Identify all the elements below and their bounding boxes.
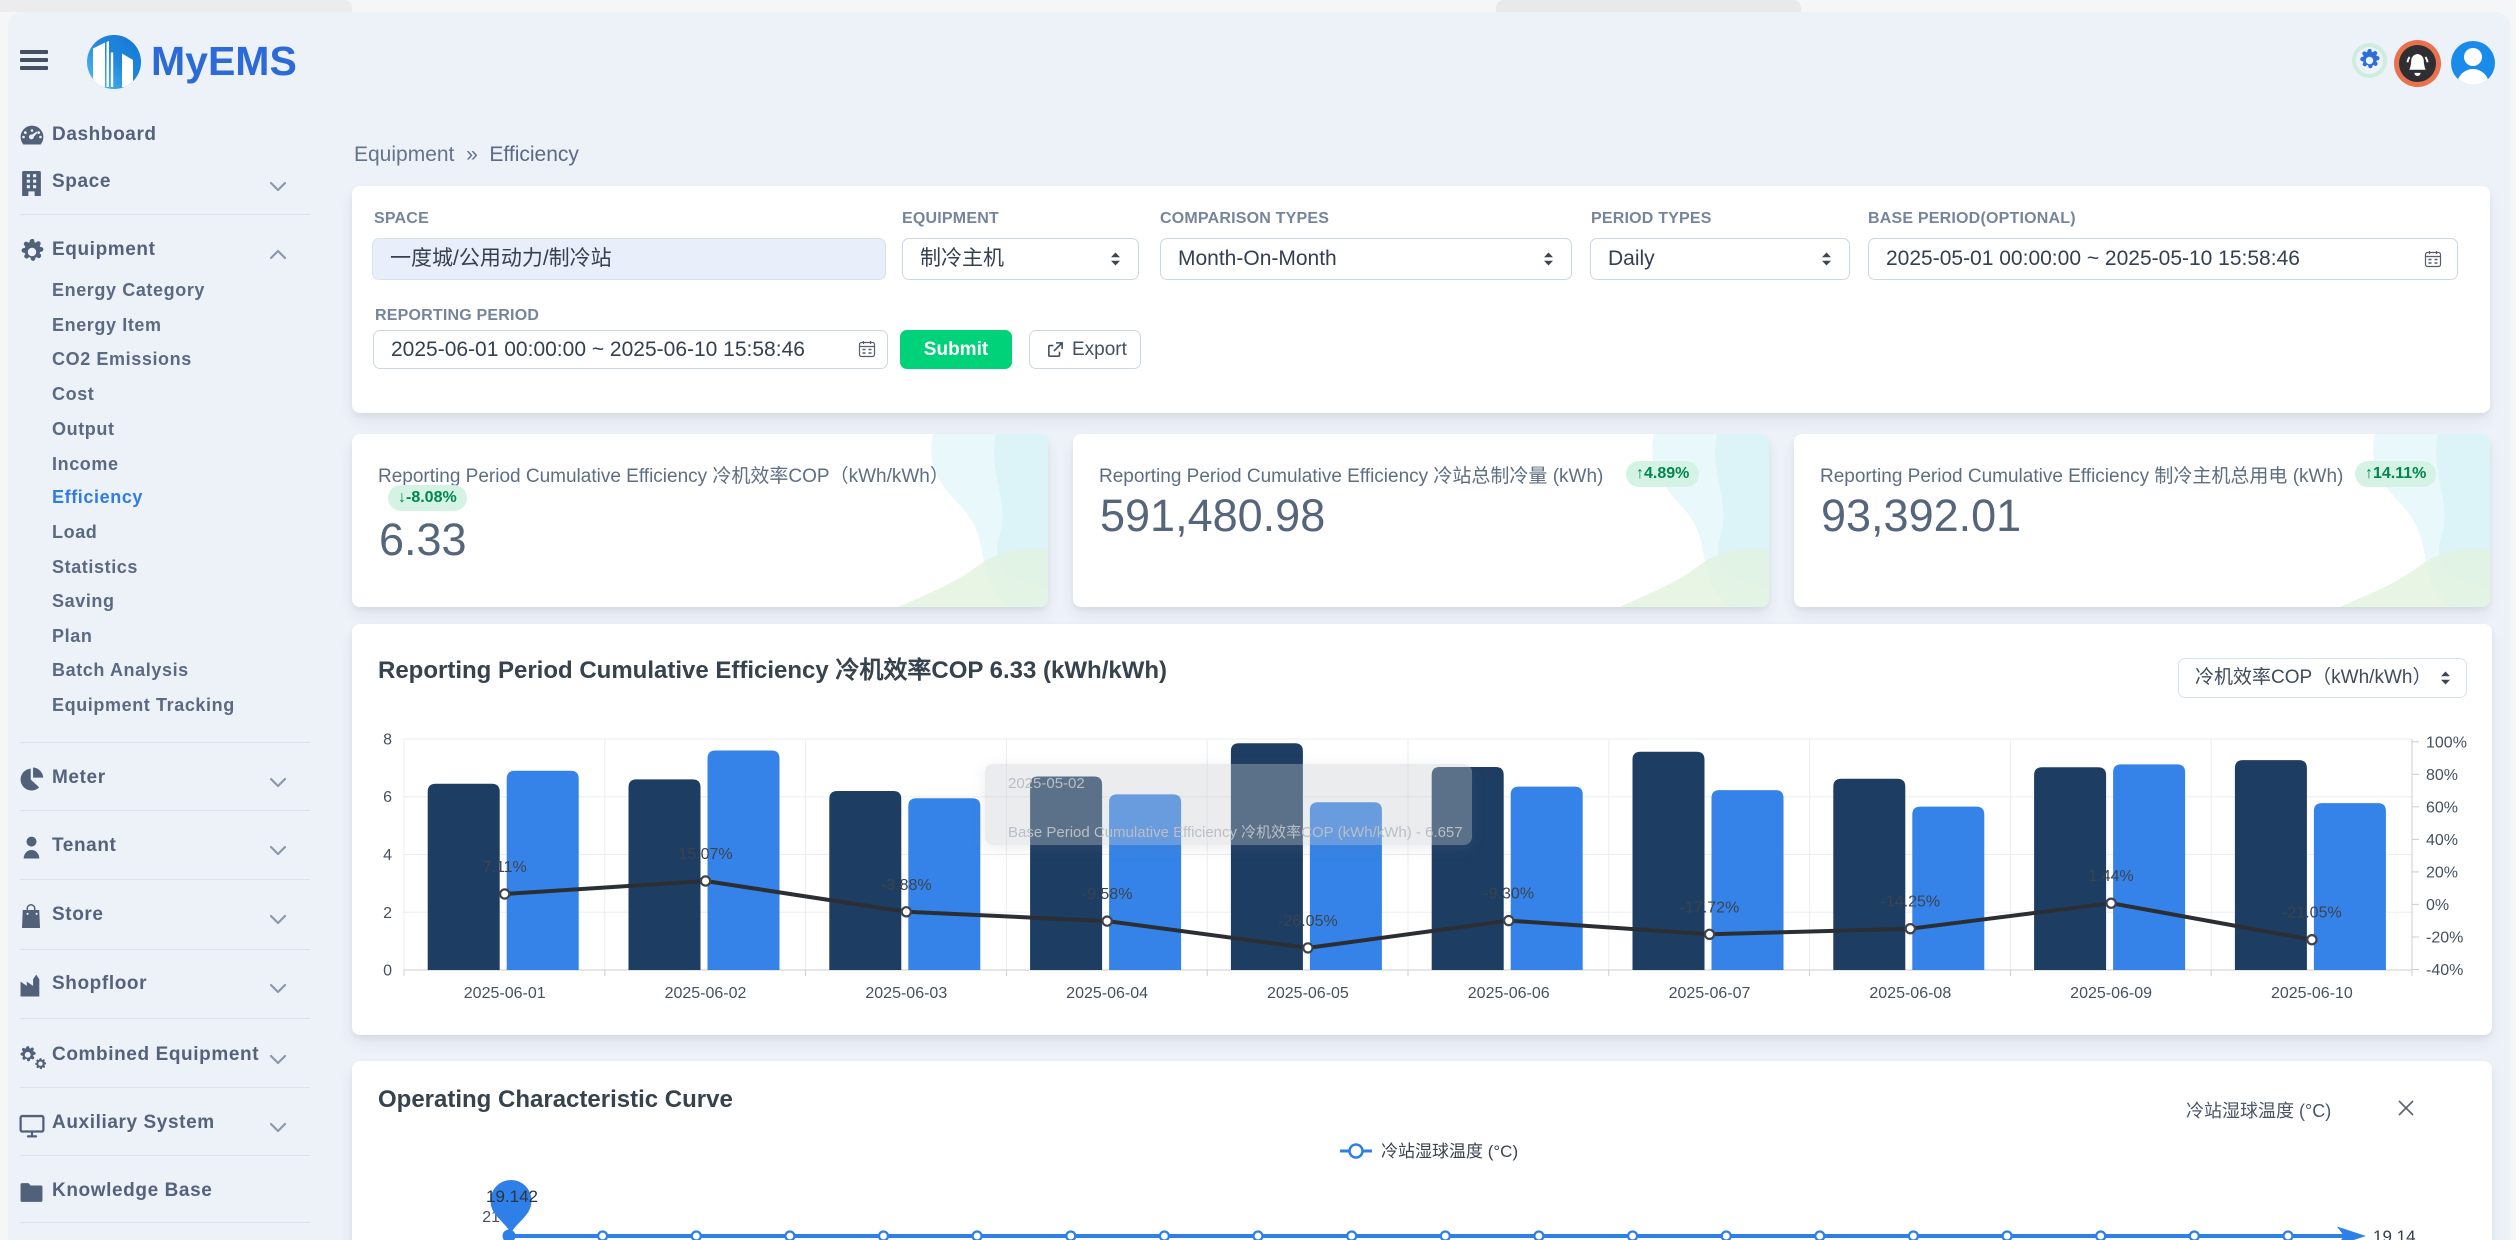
svg-text:0%: 0% [2426,897,2449,914]
svg-text:0: 0 [383,963,392,980]
svg-text:7.11%: 7.11% [483,859,527,876]
svg-text:-26.05%: -26.05% [1278,913,1338,930]
svg-text:100%: 100% [2426,734,2467,751]
svg-text:-20%: -20% [2426,930,2463,947]
svg-text:4: 4 [383,847,392,864]
svg-text:-40%: -40% [2426,962,2463,979]
svg-text:-3.88%: -3.88% [881,877,932,894]
svg-text:8: 8 [383,732,392,749]
svg-text:40%: 40% [2426,832,2458,849]
svg-text:2025-06-05: 2025-06-05 [1267,985,1349,1002]
svg-text:-14.25%: -14.25% [1881,894,1941,911]
svg-text:2025-06-01: 2025-06-01 [464,985,546,1002]
svg-text:2025-06-07: 2025-06-07 [1669,985,1751,1002]
svg-text:-17.72%: -17.72% [1680,899,1740,916]
svg-text:19.142: 19.142 [486,1187,538,1206]
svg-text:-9.58%: -9.58% [1082,886,1133,903]
svg-text:2025-06-06: 2025-06-06 [1468,985,1550,1002]
svg-text:6: 6 [383,789,392,806]
svg-text:60%: 60% [2426,799,2458,816]
svg-text:20%: 20% [2426,864,2458,881]
svg-text:1.44%: 1.44% [2088,868,2133,885]
svg-text:2025-06-03: 2025-06-03 [865,985,947,1002]
svg-text:冷站湿球温度 (°C): 冷站湿球温度 (°C) [1381,1142,1518,1161]
svg-text:2025-06-10: 2025-06-10 [2271,985,2353,1002]
svg-text:2025-06-02: 2025-06-02 [665,985,747,1002]
svg-text:-9.30%: -9.30% [1483,886,1534,903]
svg-text:-21.05%: -21.05% [2282,905,2342,922]
svg-text:2025-06-04: 2025-06-04 [1066,985,1148,1002]
svg-text:15.07%: 15.07% [678,846,732,863]
svg-text:2025-06-09: 2025-06-09 [2070,985,2152,1002]
svg-text:2025-06-08: 2025-06-08 [1869,985,1951,1002]
svg-text:2: 2 [383,905,392,922]
svg-text:80%: 80% [2426,767,2458,784]
svg-text:19.14: 19.14 [2373,1227,2416,1240]
